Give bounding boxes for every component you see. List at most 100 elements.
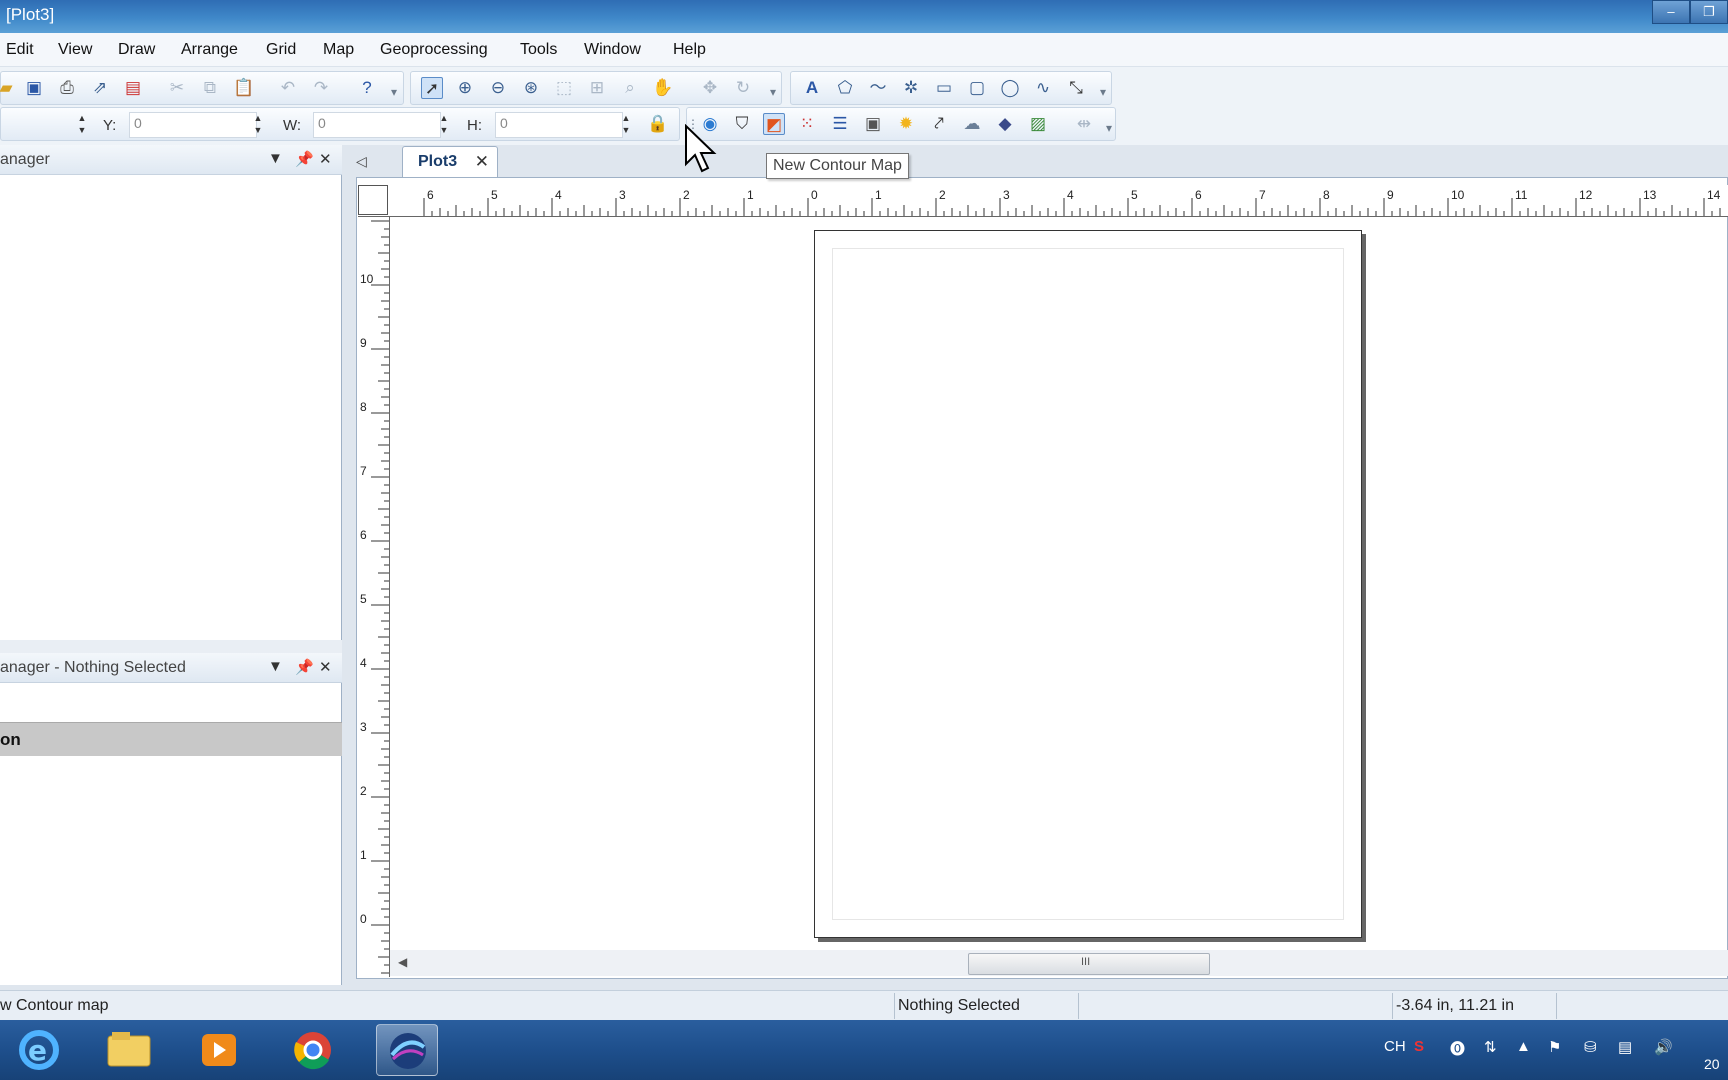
- zoom-in-icon[interactable]: ⊕: [454, 77, 476, 99]
- help-tray-icon[interactable]: ⓿: [1450, 1038, 1465, 1059]
- tab-scroll-left-icon[interactable]: ◁: [356, 153, 367, 170]
- paste-icon[interactable]: 📋: [233, 77, 255, 99]
- surfer-app-icon[interactable]: [376, 1024, 438, 1076]
- tab-label: Plot3: [418, 153, 458, 170]
- lock-icon[interactable]: 🔒: [647, 113, 669, 135]
- y-field[interactable]: 0: [129, 112, 257, 138]
- menu-view[interactable]: View: [58, 41, 92, 59]
- print-icon[interactable]: ⎙: [56, 77, 78, 99]
- menu-geoprocessing[interactable]: Geoprocessing: [380, 41, 488, 59]
- y-spinner[interactable]: ▲ ▼: [251, 112, 265, 138]
- contour-map-icon[interactable]: ◩: [763, 113, 785, 135]
- shaded-relief-icon[interactable]: ✹: [895, 113, 917, 135]
- menu-window[interactable]: Window: [584, 41, 641, 59]
- cut-icon[interactable]: ✂: [166, 77, 188, 99]
- pan-hand-icon[interactable]: ✋: [652, 77, 674, 99]
- h-field[interactable]: 0: [495, 112, 623, 138]
- media-player-icon[interactable]: [188, 1024, 250, 1076]
- rounded-rect-icon[interactable]: ▢: [966, 77, 988, 99]
- minimize-button[interactable]: –: [1652, 0, 1690, 24]
- language-indicator[interactable]: CH: [1384, 1038, 1406, 1055]
- zoom-out-icon[interactable]: ⊖: [487, 77, 509, 99]
- internet-explorer-icon[interactable]: e: [8, 1024, 70, 1076]
- toolbar-area: ▰ ▣ ⎙ ⇗ ▤ ✂ ⧉ 📋 ↶ ↷ ? ▾ ➚ ⊕ ⊖ ⊛ ⬚ ⊞ ⌕ ✋ …: [0, 67, 1728, 145]
- undo-icon[interactable]: ↶: [277, 77, 299, 99]
- post-map-icon[interactable]: ⛉: [731, 113, 753, 135]
- help-icon[interactable]: ?: [356, 77, 378, 99]
- action-center-icon[interactable]: ⚑: [1548, 1038, 1561, 1056]
- symbol-icon[interactable]: ✲: [900, 77, 922, 99]
- x-spinner[interactable]: ▲ ▼: [75, 112, 89, 138]
- image-map-icon[interactable]: ▣: [862, 113, 884, 135]
- menu-arrange[interactable]: Arrange: [181, 41, 238, 59]
- spline-icon[interactable]: ∿: [1032, 77, 1054, 99]
- save-icon[interactable]: ▣: [23, 77, 45, 99]
- usb-tray-icon[interactable]: ⛁: [1584, 1038, 1597, 1056]
- text-icon[interactable]: A: [801, 77, 823, 99]
- scroll-left-icon[interactable]: ◀: [398, 955, 407, 969]
- scrollbar-thumb[interactable]: III: [968, 953, 1210, 975]
- menu-draw[interactable]: Draw: [118, 41, 155, 59]
- point-cluster-icon[interactable]: ⁙: [796, 113, 818, 135]
- classed-post-icon[interactable]: ☰: [829, 113, 851, 135]
- rectangle-icon[interactable]: ▭: [933, 77, 955, 99]
- close-tab-icon[interactable]: ✕: [475, 152, 489, 172]
- zoom-selection-icon[interactable]: ⊞: [586, 77, 608, 99]
- chrome-icon[interactable]: [282, 1024, 344, 1076]
- panel-splitter[interactable]: [0, 640, 342, 654]
- menu-edit[interactable]: Edit: [6, 41, 34, 59]
- h-spinner[interactable]: ▲ ▼: [619, 112, 633, 138]
- tab-plot3[interactable]: Plot3 ✕: [402, 146, 498, 178]
- menu-help[interactable]: Help: [673, 41, 706, 59]
- polygon-icon[interactable]: ⬠: [834, 77, 856, 99]
- pin-icon[interactable]: 📌: [295, 150, 314, 168]
- toolbar-overflow-icon[interactable]: ▾: [1105, 117, 1113, 139]
- export-icon[interactable]: ⇗: [89, 77, 111, 99]
- redo-icon[interactable]: ↷: [310, 77, 332, 99]
- select-arrow-icon[interactable]: ➚: [421, 77, 443, 99]
- menu-grid[interactable]: Grid: [266, 41, 296, 59]
- y-label: Y:: [103, 117, 117, 134]
- panel-menu-icon[interactable]: ▼: [268, 150, 283, 167]
- network-tray-icon[interactable]: ⇅: [1484, 1038, 1497, 1056]
- ruler-label: 0: [360, 912, 367, 926]
- tooltip: New Contour Map: [766, 153, 909, 179]
- close-icon[interactable]: ✕: [319, 150, 332, 168]
- copy-icon[interactable]: ⧉: [199, 77, 221, 99]
- volume-icon[interactable]: 🔊: [1654, 1038, 1673, 1056]
- maximize-button[interactable]: ❐: [1690, 0, 1728, 24]
- menu-map[interactable]: Map: [323, 41, 354, 59]
- measure-icon[interactable]: ⇹: [1073, 113, 1095, 135]
- zoom-rect-icon[interactable]: ⬚: [553, 77, 575, 99]
- view-toolbar: ➚ ⊕ ⊖ ⊛ ⬚ ⊞ ⌕ ✋ ✥ ↻ ▾: [410, 71, 782, 105]
- zoom-page-icon[interactable]: ⌕: [619, 77, 641, 99]
- show-hidden-icons-icon[interactable]: ▲: [1516, 1038, 1531, 1055]
- display-tray-icon[interactable]: ▤: [1618, 1038, 1632, 1056]
- zoom-fit-icon[interactable]: ⊛: [520, 77, 542, 99]
- vector-map-icon[interactable]: ⤤: [928, 113, 950, 135]
- color-relief-icon[interactable]: ▨: [1027, 113, 1049, 135]
- open-icon[interactable]: ▰: [0, 77, 17, 99]
- w-spinner[interactable]: ▲ ▼: [437, 112, 451, 138]
- pdf-icon[interactable]: ▤: [122, 77, 144, 99]
- file-explorer-icon[interactable]: [98, 1024, 160, 1076]
- w-field[interactable]: 0: [313, 112, 441, 138]
- property-section-header[interactable]: on: [0, 722, 342, 756]
- polyline-icon[interactable]: 〜: [867, 77, 889, 99]
- close-icon[interactable]: ✕: [319, 658, 332, 676]
- reshape-icon[interactable]: ⤡: [1065, 77, 1087, 99]
- rotate-icon[interactable]: ↻: [732, 77, 754, 99]
- sogou-icon[interactable]: S: [1414, 1038, 1424, 1055]
- toolbar-overflow-icon[interactable]: ▾: [1099, 81, 1107, 103]
- ellipse-icon[interactable]: ◯: [999, 77, 1021, 99]
- panel-menu-icon[interactable]: ▼: [268, 658, 283, 675]
- 3d-surface-icon[interactable]: ☁: [961, 113, 983, 135]
- pin-icon[interactable]: 📌: [295, 658, 314, 676]
- toolbar-overflow-icon[interactable]: ▾: [769, 81, 777, 103]
- 3d-wireframe-icon[interactable]: ◆: [994, 113, 1016, 135]
- move-icon[interactable]: ✥: [699, 77, 721, 99]
- clock[interactable]: 20: [1704, 1056, 1720, 1072]
- toolbar-overflow-icon[interactable]: ▾: [390, 81, 398, 103]
- menu-tools[interactable]: Tools: [520, 41, 557, 59]
- ruler-label: 3: [1003, 188, 1010, 202]
